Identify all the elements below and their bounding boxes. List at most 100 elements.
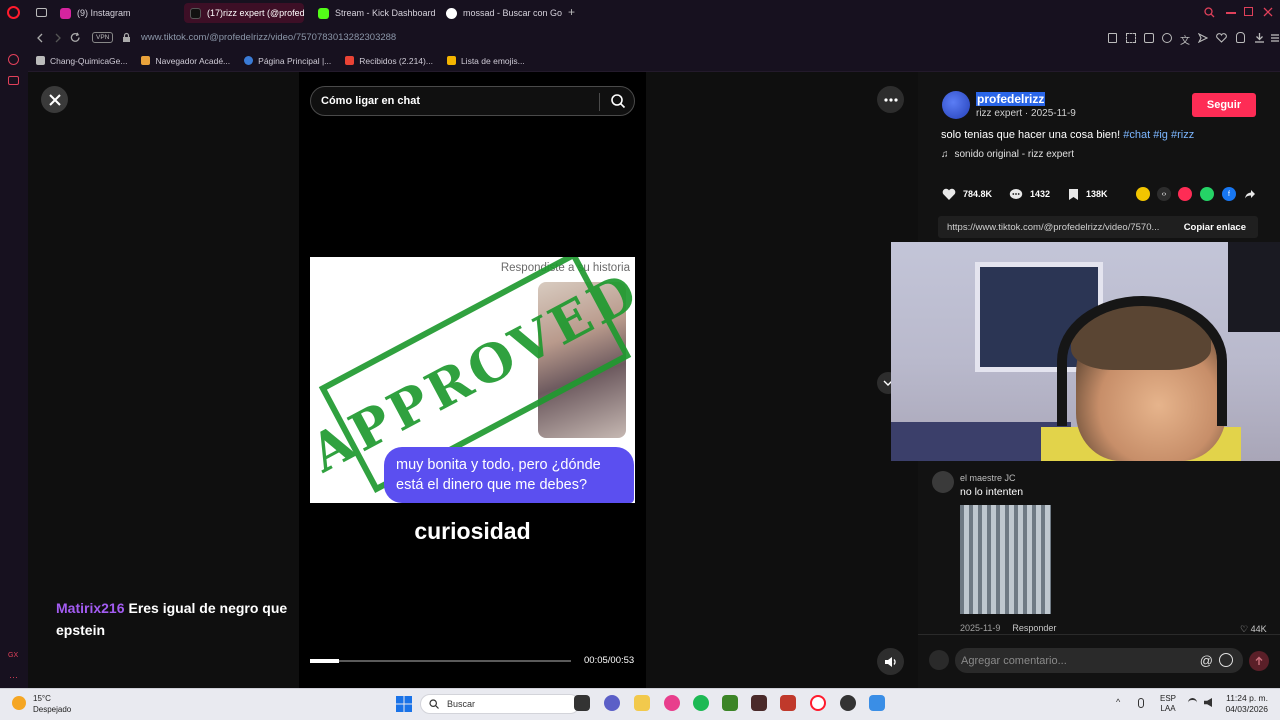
tab-google[interactable]: mossad - Buscar con Goo — [440, 3, 562, 23]
search-tabs-icon[interactable] — [1204, 7, 1215, 18]
taskbar-search[interactable]: Buscar — [420, 694, 580, 714]
video-link-text: https://www.tiktok.com/@profedelrizz/vid… — [947, 221, 1160, 233]
search-icon[interactable] — [610, 93, 626, 109]
hashtag-link[interactable]: #ig — [1153, 129, 1168, 141]
spotify-icon[interactable] — [693, 695, 709, 711]
url-field[interactable]: www.tiktok.com/@profedelrizz/video/75707… — [141, 32, 396, 43]
download-icon[interactable] — [1254, 32, 1265, 43]
embed-icon[interactable]: ‹› — [1157, 187, 1171, 201]
weather-moon-icon[interactable] — [12, 696, 26, 710]
close-window-icon[interactable] — [1263, 7, 1273, 17]
bookmark-item[interactable]: Chang-QuimicaGe... — [36, 56, 127, 66]
windows-start-icon[interactable] — [396, 696, 412, 712]
close-video-button[interactable] — [41, 86, 68, 113]
volume-button[interactable] — [877, 648, 904, 675]
bookmark-item[interactable]: Recibidos (2.214)... — [345, 56, 433, 66]
snapshot-icon[interactable] — [1126, 33, 1136, 43]
maximize-icon[interactable] — [1244, 7, 1253, 16]
workspaces-icon[interactable] — [36, 8, 47, 17]
microphone-icon[interactable] — [1138, 698, 1144, 708]
commenter-avatar[interactable] — [932, 471, 954, 493]
gmail-icon — [345, 56, 355, 65]
bookmark-item[interactable]: Navegador Acadé... — [141, 56, 230, 66]
video-link-field[interactable]: https://www.tiktok.com/@profedelrizz/vid… — [938, 216, 1258, 238]
opera-logo-icon[interactable] — [7, 6, 20, 19]
creator-avatar[interactable] — [942, 91, 970, 119]
translate-icon[interactable]: 文 — [1180, 32, 1190, 47]
creator-username[interactable]: profedelrizz — [976, 92, 1046, 106]
follow-button[interactable]: Seguir — [1192, 93, 1256, 117]
sidebar-gx-icon[interactable]: GX — [8, 652, 18, 659]
post-comment-button[interactable] — [1249, 651, 1269, 671]
share-icon[interactable] — [1244, 189, 1256, 199]
send-icon[interactable] — [1198, 33, 1208, 43]
minecraft-icon[interactable] — [722, 695, 738, 711]
lock-icon[interactable] — [122, 32, 131, 43]
save-button[interactable]: 138K — [1068, 186, 1108, 202]
bookmark-favicon-icon — [446, 56, 456, 65]
video-editor-icon[interactable] — [780, 695, 796, 711]
tab-instagram[interactable]: (9) Instagram — [54, 3, 174, 23]
pin-icon[interactable] — [1108, 33, 1117, 43]
video-description: solo tenias que hacer una cosa bien! #ch… — [941, 129, 1195, 141]
heart-icon[interactable] — [1216, 33, 1227, 43]
forward-icon[interactable] — [54, 33, 62, 43]
reply-button[interactable]: Responder — [1012, 623, 1056, 633]
tiktok-icon — [190, 7, 201, 19]
taskbar-clock[interactable]: 11:24 p. m. 04/03/2026 — [1224, 693, 1268, 715]
back-icon[interactable] — [36, 33, 44, 43]
file-explorer-icon[interactable] — [634, 695, 650, 711]
account-icon[interactable] — [1236, 32, 1245, 43]
sidebar-more-icon[interactable]: ··· — [9, 672, 18, 682]
bookmarks-bar: Chang-QuimicaGe... Navegador Acadé... Pá… — [28, 50, 1280, 72]
search-input[interactable]: Cómo ligar en chat — [310, 86, 635, 116]
message-bubble: muy bonita y todo, pero ¿dónde está el d… — [384, 447, 634, 503]
tab-tiktok[interactable]: (17)rizz expert (@profede — [184, 3, 304, 23]
task-view-icon[interactable] — [574, 695, 590, 711]
camera-icon[interactable] — [1162, 33, 1172, 43]
new-tab-button[interactable]: + — [568, 5, 580, 19]
vpn-badge[interactable]: VPN — [92, 32, 114, 43]
bookmark-item[interactable]: Página Principal |... — [244, 56, 331, 66]
send-to-friend-icon[interactable] — [1178, 187, 1192, 201]
sidebar-history-icon[interactable] — [8, 54, 19, 65]
comment-button[interactable]: 1432 — [1009, 186, 1050, 202]
emoji-icon[interactable] — [1219, 653, 1233, 667]
repost-icon[interactable] — [1136, 187, 1150, 201]
comment-image[interactable] — [960, 505, 1051, 614]
video-frame: Respondiste a su historia APPROVED muy b… — [310, 257, 635, 503]
wifi-icon[interactable] — [1188, 698, 1197, 707]
hashtag-link[interactable]: #rizz — [1171, 129, 1194, 141]
shield-icon[interactable] — [1144, 33, 1154, 43]
like-button[interactable]: 784.8K — [942, 186, 992, 202]
tab-kick[interactable]: Stream - Kick Dashboard — [312, 3, 436, 23]
facebook-icon[interactable]: f — [1222, 187, 1236, 201]
address-bar: VPN www.tiktok.com/@profedelrizz/video/7… — [28, 26, 1280, 50]
progress-bar[interactable] — [310, 660, 571, 662]
reload-icon[interactable] — [70, 32, 81, 43]
app-icon[interactable] — [751, 695, 767, 711]
opera-gx-icon[interactable] — [810, 695, 826, 711]
show-hidden-icons[interactable]: ^ — [1116, 697, 1120, 707]
language-indicator[interactable]: ESP LAA — [1160, 694, 1176, 714]
minimize-icon[interactable] — [1226, 12, 1236, 14]
osu-icon[interactable] — [664, 695, 680, 711]
mention-icon[interactable]: @ — [1200, 653, 1213, 668]
sidebar-wallet-icon[interactable] — [8, 76, 19, 85]
bookmark-item[interactable]: Lista de emojis... — [446, 56, 525, 66]
kick-icon — [318, 7, 329, 19]
comment-input[interactable]: Agregar comentario... @ — [955, 648, 1243, 673]
easy-setup-icon[interactable] — [1270, 33, 1280, 43]
more-options-button[interactable] — [877, 86, 904, 113]
copy-link-button[interactable]: Copiar enlace — [1184, 222, 1246, 233]
hashtag-link[interactable]: #chat — [1123, 129, 1150, 141]
obs-icon[interactable] — [840, 695, 856, 711]
whatsapp-icon[interactable] — [1200, 187, 1214, 201]
app-icon[interactable] — [869, 695, 885, 711]
weather-widget[interactable]: 15°C Despejado — [33, 693, 71, 715]
instagram-icon — [60, 7, 71, 19]
comment-author[interactable]: el maestre JC — [960, 473, 1016, 483]
webcam-overlay — [891, 242, 1280, 461]
sound-link[interactable]: ♫ sonido original - rizz expert — [941, 149, 1074, 160]
discord-icon[interactable] — [604, 695, 620, 711]
